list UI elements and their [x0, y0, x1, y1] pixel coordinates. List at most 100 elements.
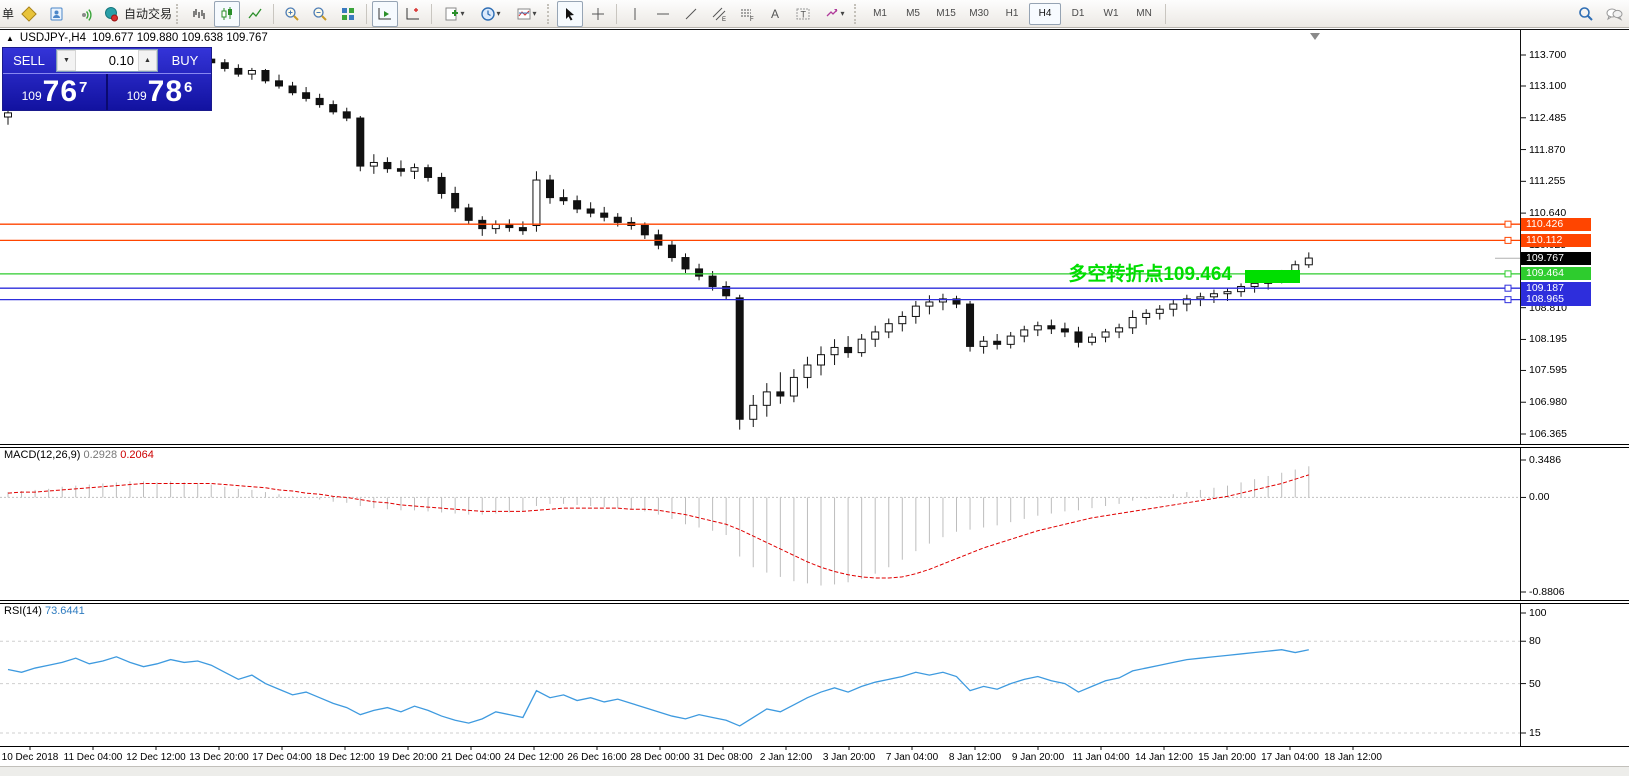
candle-body [845, 347, 852, 352]
search-icon[interactable] [1573, 1, 1599, 27]
candle-body [1224, 292, 1231, 294]
candle-body [1197, 297, 1204, 299]
chart-shift-marker-icon[interactable] [1310, 33, 1320, 40]
timeframe-button-m30[interactable]: M30 [963, 3, 995, 25]
zoom-in-icon[interactable] [279, 1, 305, 27]
time-tick-label: 14 Jan 12:00 [1135, 752, 1193, 763]
line-handle[interactable] [1505, 271, 1511, 277]
sell-button[interactable]: SELL [3, 48, 55, 73]
timeframe-button-mn[interactable]: MN [1128, 3, 1160, 25]
timeframe-button-d1[interactable]: D1 [1062, 3, 1094, 25]
volume-decrease-button[interactable]: ▼ [57, 50, 76, 71]
buy-price-sup: 6 [184, 79, 192, 96]
autotrade-label[interactable]: 自动交易 [124, 5, 172, 22]
candle-body [885, 324, 892, 332]
svg-text:E: E [722, 17, 726, 22]
auto-scroll-icon[interactable] [372, 1, 398, 27]
collapse-marker-icon[interactable]: ▲ [6, 34, 14, 43]
periods-icon[interactable]: ▾ [473, 1, 507, 27]
candle-body [1170, 304, 1177, 309]
timeframe-button-m15[interactable]: M15 [930, 3, 962, 25]
rsi-panel-separator[interactable] [0, 600, 1629, 604]
vertical-line-icon[interactable] [622, 1, 648, 27]
candlestick-chart-canvas[interactable]: 多空转折点109.464 [0, 30, 1629, 776]
toolbar-grip [547, 4, 553, 24]
candle-body [790, 377, 797, 396]
line-handle[interactable] [1505, 297, 1511, 303]
autotrade-icon[interactable] [100, 1, 122, 27]
buy-button[interactable]: BUY [159, 48, 211, 73]
trendline-icon[interactable] [678, 1, 704, 27]
candle-body [1021, 330, 1028, 336]
tile-windows-icon[interactable] [335, 1, 361, 27]
rsi-line [8, 650, 1309, 726]
candle-body [1089, 337, 1096, 342]
timeframe-button-m5[interactable]: M5 [897, 3, 929, 25]
volume-increase-button[interactable]: ▲ [138, 50, 157, 71]
time-tick-label: 19 Dec 20:00 [378, 752, 438, 763]
templates-icon[interactable]: ▾ [509, 1, 543, 27]
candle-body [465, 208, 472, 220]
timeframe-button-m1[interactable]: M1 [864, 3, 896, 25]
candle-body [276, 81, 283, 86]
signal-icon[interactable] [72, 1, 98, 27]
time-tick-label: 26 Dec 16:00 [567, 752, 627, 763]
price-tick-label: 112.485 [1529, 112, 1566, 125]
arrows-icon[interactable]: ▾ [818, 1, 850, 27]
candle-body [1156, 309, 1163, 313]
chat-icon[interactable] [1601, 1, 1627, 27]
timeframe-button-w1[interactable]: W1 [1095, 3, 1127, 25]
horizontal-line-icon[interactable] [650, 1, 676, 27]
time-tick-label: 12 Dec 12:00 [126, 752, 186, 763]
new-order-button[interactable]: 单 [2, 5, 14, 22]
profile-icon[interactable] [44, 1, 70, 27]
toolbar-grip [176, 4, 182, 24]
price-tick-label: 108.195 [1529, 333, 1567, 346]
text-icon[interactable]: A [762, 1, 788, 27]
candle-body [858, 339, 865, 352]
price-line-badge: 109.767 [1521, 252, 1591, 265]
timeframe-button-h4[interactable]: H4 [1029, 3, 1061, 25]
candle-body [1251, 283, 1258, 286]
candle-body [519, 228, 526, 231]
candle-body [750, 405, 757, 419]
volume-field[interactable]: 0.10 [76, 50, 138, 71]
pivot-annotation-text[interactable]: 多空转折点109.464 [1068, 262, 1232, 285]
chart-shift-icon[interactable] [400, 1, 426, 27]
main-toolbar: 单 自动交易 ▾ ▾ ▾ [0, 0, 1629, 28]
equidistant-channel-icon[interactable]: E [706, 1, 732, 27]
macd-panel-separator[interactable] [0, 444, 1629, 448]
fibonacci-icon[interactable]: F [734, 1, 760, 27]
line-handle[interactable] [1505, 221, 1511, 227]
candle-body [1061, 329, 1068, 332]
timeframe-button-h1[interactable]: H1 [996, 3, 1028, 25]
zoom-out-icon[interactable] [307, 1, 333, 27]
candle-body [1143, 313, 1150, 317]
candlestick-chart-icon[interactable] [214, 1, 240, 27]
candle-body [289, 86, 296, 93]
line-handle[interactable] [1505, 285, 1511, 291]
sell-price[interactable]: 109 76 7 [3, 74, 108, 110]
rsi-indicator-label: RSI(14) 73.6441 [4, 605, 85, 617]
crosshair-icon[interactable] [585, 1, 611, 27]
chart-window-icon[interactable] [16, 1, 42, 27]
line-chart-icon[interactable] [242, 1, 268, 27]
toolbar-separator [273, 4, 274, 24]
candle-body [682, 258, 689, 269]
volume-stepper: ▼ 0.10 ▲ [56, 49, 158, 72]
cursor-icon[interactable] [557, 1, 583, 27]
buy-price[interactable]: 109 78 6 [108, 74, 211, 110]
bar-chart-icon[interactable] [186, 1, 212, 27]
pivot-highlight-box[interactable] [1245, 270, 1300, 283]
text-label-icon[interactable]: T [790, 1, 816, 27]
indicators-icon[interactable]: ▾ [437, 1, 471, 27]
mt4-window: { "toolbar": { "new_order_partial": "单",… [0, 0, 1629, 776]
chart-area[interactable]: 多空转折点109.464 ▲ USDJPY-,H4 109.677 109.88… [0, 30, 1629, 776]
candle-body [397, 169, 404, 172]
candle-body [980, 341, 987, 346]
candle-body [384, 162, 391, 168]
line-handle[interactable] [1505, 237, 1511, 243]
macd-main-value: 0.2928 [83, 449, 117, 461]
price-tick-label: 113.700 [1529, 49, 1566, 62]
time-tick-label: 31 Dec 08:00 [693, 752, 753, 763]
